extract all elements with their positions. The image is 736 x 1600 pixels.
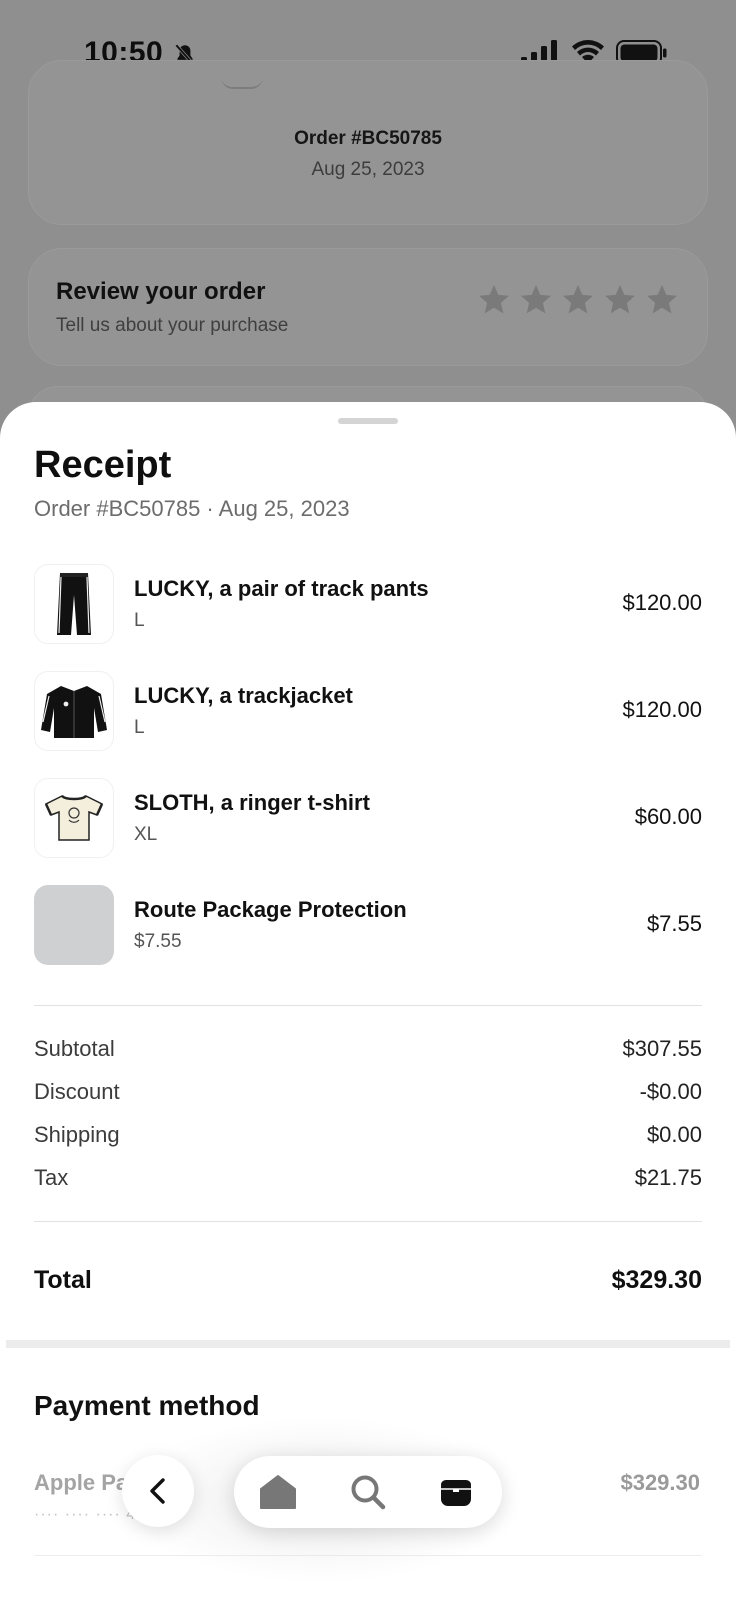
product-thumbnail [34, 778, 114, 858]
review-subtitle: Tell us about your purchase [56, 315, 289, 336]
summary-value: -$0.00 [639, 1079, 702, 1104]
order-number: Order #BC50785 [294, 128, 442, 149]
track-pants-icon [57, 573, 91, 635]
review-title: Review your order [56, 278, 266, 305]
star-icon [479, 285, 509, 314]
total-label: Total [34, 1266, 92, 1294]
item-price: $7.55 [646, 911, 702, 936]
line-item[interactable]: SLOTH, a ringer t-shirt XL $60.00 [34, 778, 702, 858]
payment-method-name: Apple Pa [34, 1470, 129, 1495]
sheet-grabber[interactable] [338, 418, 398, 424]
item-name: LUCKY, a pair of track pants [134, 576, 429, 601]
summary-label: Subtotal [34, 1036, 115, 1061]
product-thumbnail-placeholder [34, 885, 114, 965]
divider [34, 1555, 702, 1556]
home-button[interactable] [256, 1470, 300, 1514]
item-variant: L [134, 610, 145, 631]
star-icon [563, 285, 593, 314]
item-variant: XL [134, 824, 158, 845]
receipt-title: Receipt [34, 444, 172, 486]
summary-row-subtotal: Subtotal $307.55 [34, 1036, 702, 1066]
divider [34, 1005, 702, 1006]
order-date: Aug 25, 2023 [311, 159, 425, 180]
item-price: $120.00 [622, 590, 702, 615]
star-rating [476, 282, 680, 318]
star-icon [605, 285, 635, 314]
item-name: LUCKY, a trackjacket [134, 683, 353, 708]
item-price: $60.00 [634, 804, 702, 829]
total-row: Total $329.30 [34, 1266, 702, 1300]
product-thumbnail [34, 564, 114, 644]
orders-box-icon [441, 1480, 471, 1506]
summary-value: $307.55 [622, 1036, 702, 1061]
orders-button[interactable] [434, 1470, 478, 1514]
back-button[interactable] [122, 1455, 194, 1527]
item-name: Route Package Protection [134, 897, 407, 922]
search-icon [351, 1475, 386, 1510]
payment-method-title: Payment method [34, 1390, 260, 1421]
merchant-avatar [221, 77, 263, 89]
item-name: SLOTH, a ringer t-shirt [134, 790, 370, 815]
line-item[interactable]: LUCKY, a pair of track pants L $120.00 [34, 564, 702, 644]
item-variant: L [134, 717, 145, 738]
summary-label: Shipping [34, 1122, 120, 1147]
star-icon [647, 285, 677, 314]
line-item[interactable]: Route Package Protection $7.55 $7.55 [34, 885, 702, 965]
item-price: $120.00 [622, 697, 702, 722]
summary-label: Discount [34, 1079, 120, 1104]
divider [34, 1221, 702, 1222]
payment-amount: $329.30 [620, 1470, 700, 1495]
item-variant: $7.55 [134, 931, 182, 952]
star-icon [521, 285, 551, 314]
summary-value: $0.00 [646, 1122, 702, 1147]
search-button[interactable] [346, 1470, 390, 1514]
track-jacket-icon [41, 686, 107, 738]
bottom-nav-bar [234, 1456, 502, 1528]
home-icon [260, 1475, 296, 1509]
summary-row-shipping: Shipping $0.00 [34, 1122, 702, 1152]
product-thumbnail [34, 671, 114, 751]
section-separator [6, 1340, 730, 1348]
line-item[interactable]: LUCKY, a trackjacket L $120.00 [34, 671, 702, 751]
summary-value: $21.75 [634, 1165, 702, 1190]
total-value: $329.30 [611, 1266, 702, 1294]
receipt-subtitle: Order #BC50785 · Aug 25, 2023 [34, 496, 350, 521]
summary-row-tax: Tax $21.75 [34, 1165, 702, 1195]
back-icon [150, 1478, 165, 1504]
summary-label: Tax [34, 1165, 69, 1190]
summary-row-discount: Discount -$0.00 [34, 1079, 702, 1109]
ringer-tshirt-icon [44, 794, 104, 841]
